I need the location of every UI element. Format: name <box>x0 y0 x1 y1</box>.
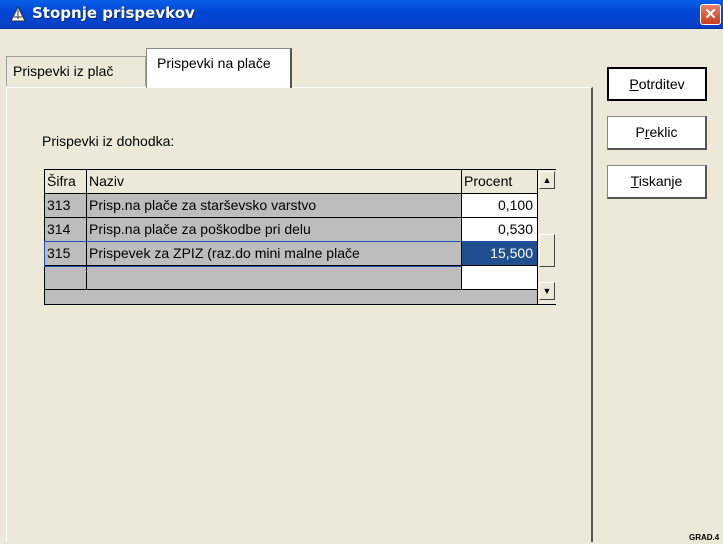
cell-naziv[interactable]: Prisp.na plače za starševsko varstvo <box>87 194 462 218</box>
arrow-down-icon: ▼ <box>542 286 552 296</box>
cell-naziv[interactable]: Prispevek za ZPIZ (raz.do mini malne pla… <box>87 242 462 266</box>
tab-prispevki-iz-plac[interactable]: Prispevki iz plač <box>6 56 146 86</box>
scroll-thumb[interactable] <box>539 234 555 267</box>
window-title: Stopnje prispevkov <box>32 4 195 22</box>
column-header-naziv[interactable]: Naziv <box>87 170 462 194</box>
cell-sifra[interactable]: 314 <box>45 218 87 242</box>
section-label: Prispevki iz dohodka: <box>42 133 175 149</box>
grid-header: Šifra Naziv Procent <box>45 170 538 194</box>
column-header-sifra[interactable]: Šifra <box>45 170 87 194</box>
table-row[interactable]: 314 Prisp.na plače za poškodbe pri delu … <box>45 218 538 242</box>
cell-procent[interactable] <box>462 266 538 290</box>
scroll-down-button[interactable]: ▼ <box>539 282 555 300</box>
cell-procent[interactable]: 0,530 <box>462 218 538 242</box>
potrditev-button[interactable]: Potrditev <box>607 67 707 101</box>
cell-procent[interactable]: 0,100 <box>462 194 538 218</box>
tiskanje-button[interactable]: Tiskanje <box>607 165 707 199</box>
cell-sifra[interactable]: 313 <box>45 194 87 218</box>
tab-prispevki-na-place[interactable]: Prispevki na plače <box>146 48 292 88</box>
cell-procent[interactable]: 15,500 <box>462 242 538 266</box>
button-label: P <box>635 124 645 140</box>
table-row[interactable]: 313 Prisp.na plače za starševsko varstvo… <box>45 194 538 218</box>
title-bar[interactable]: Stopnje prispevkov ✕ <box>0 0 723 29</box>
cell-naziv[interactable] <box>87 266 462 290</box>
arrow-up-icon: ▲ <box>542 175 552 185</box>
button-label: iskanje <box>638 173 683 189</box>
cell-naziv[interactable]: Prisp.na plače za poškodbe pri delu <box>87 218 462 242</box>
close-icon: ✕ <box>704 6 717 23</box>
mnemonic-letter: T <box>630 173 639 189</box>
preklic-button[interactable]: Preklic <box>607 116 707 150</box>
vertical-scrollbar[interactable]: ▲ ▼ <box>537 170 556 304</box>
contributions-grid: Šifra Naziv Procent 313 Prisp.na plače z… <box>44 169 556 305</box>
column-header-procent[interactable]: Procent <box>462 170 538 194</box>
mnemonic-letter: P <box>629 76 639 92</box>
button-label: otrditev <box>638 76 685 92</box>
dialog-window: Stopnje prispevkov ✕ Prispevki iz plač P… <box>0 0 723 544</box>
close-button[interactable]: ✕ <box>700 4 721 25</box>
button-label: eklic <box>649 124 678 140</box>
table-row-empty[interactable] <box>45 266 538 290</box>
tab-panel <box>6 87 593 542</box>
app-icon <box>10 6 26 22</box>
corner-label: GRAD.4 <box>689 533 720 542</box>
cell-sifra[interactable] <box>45 266 87 290</box>
cell-sifra[interactable]: 315 <box>45 242 87 266</box>
scroll-up-button[interactable]: ▲ <box>539 171 555 189</box>
table-row-selected[interactable]: 315 Prispevek za ZPIZ (raz.do mini malne… <box>44 241 538 267</box>
